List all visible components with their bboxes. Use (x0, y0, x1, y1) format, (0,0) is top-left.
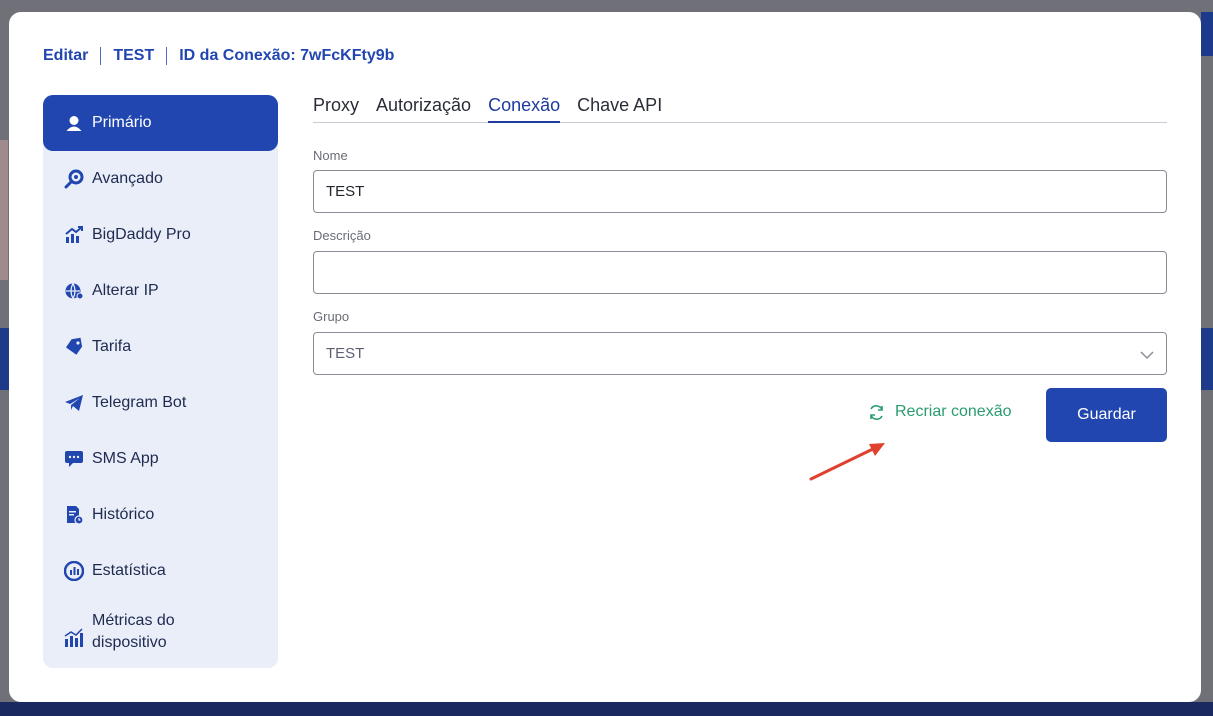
group-select-value: TEST (326, 345, 365, 362)
sidebar-item-label: Avançado (92, 170, 163, 187)
sidebar-item-alterar-ip[interactable]: Alterar IP (43, 263, 278, 319)
bar-metrics-icon (64, 628, 84, 648)
sidebar-item-metricas-dispositivo[interactable]: Métricas do dispositivo (43, 607, 278, 657)
sidebar: Primário Avançado BigDaddy Pro Alterar I… (43, 95, 278, 668)
background-top (0, 0, 1213, 12)
recreate-connection-button[interactable]: Recriar conexão (868, 403, 1012, 421)
connection-name: TEST (113, 47, 155, 64)
tab-proxy[interactable]: Proxy (313, 95, 359, 123)
annotation-arrow-icon (809, 443, 885, 481)
header-divider (166, 47, 168, 65)
save-button[interactable]: Guardar (1046, 388, 1167, 442)
document-history-icon (64, 505, 84, 525)
group-label: Grupo (313, 309, 350, 324)
sidebar-item-label: SMS App (92, 450, 159, 467)
sidebar-item-tarifa[interactable]: Tarifa (43, 319, 278, 375)
globe-icon (64, 281, 84, 301)
group-select[interactable]: TEST (313, 332, 1167, 375)
description-field[interactable] (313, 251, 1167, 294)
sidebar-item-label: BigDaddy Pro (92, 226, 191, 243)
connection-id: ID da Conexão: 7wFcKFty9b (179, 47, 395, 64)
tab-bar: Proxy Autorização Conexão Chave API (313, 95, 1167, 123)
sidebar-item-label: Primário (92, 114, 152, 131)
sidebar-item-sms-app[interactable]: SMS App (43, 431, 278, 487)
recreate-connection-label: Recriar conexão (895, 403, 1012, 420)
user-circle-icon (64, 113, 84, 133)
sidebar-item-label: Métricas do dispositivo (92, 610, 175, 654)
sidebar-item-avancado[interactable]: Avançado (43, 151, 278, 207)
chevron-down-icon (1140, 347, 1154, 364)
sidebar-item-label: Tarifa (92, 338, 132, 355)
sidebar-item-telegram-bot[interactable]: Telegram Bot (43, 375, 278, 431)
sidebar-item-primario[interactable]: Primário (43, 95, 278, 151)
tag-icon (64, 337, 84, 357)
magnifier-gear-icon (64, 169, 84, 189)
background-bottom (0, 702, 1213, 716)
sidebar-item-label: Histórico (92, 506, 155, 523)
sidebar-item-label: Estatística (92, 562, 166, 579)
sidebar-item-bigdaddy-pro[interactable]: BigDaddy Pro (43, 207, 278, 263)
tab-chave-api[interactable]: Chave API (577, 95, 662, 123)
sidebar-item-label-line2: dispositivo (92, 634, 167, 651)
modal-header: Editar TEST ID da Conexão: 7wFcKFty9b (43, 47, 394, 65)
sidebar-item-estatistica[interactable]: Estatística (43, 543, 278, 599)
name-label: Nome (313, 148, 348, 163)
tab-conexao[interactable]: Conexão (488, 95, 561, 123)
header-divider (100, 47, 102, 65)
refresh-icon (868, 404, 885, 421)
chat-bubble-icon (64, 449, 84, 469)
name-field-value: TEST (326, 183, 365, 200)
background-left-panel (0, 140, 8, 280)
paper-plane-icon (64, 393, 84, 413)
sidebar-item-historico[interactable]: Histórico (43, 487, 278, 543)
edit-label: Editar (43, 47, 89, 64)
sidebar-item-label: Alterar IP (92, 282, 159, 299)
chart-growth-icon (64, 225, 84, 245)
name-field[interactable]: TEST (313, 170, 1167, 213)
sidebar-item-label: Telegram Bot (92, 394, 187, 411)
tab-autorizacao[interactable]: Autorização (376, 95, 471, 123)
stats-circle-icon (64, 561, 84, 581)
background-right-edge (1201, 12, 1213, 56)
description-label: Descrição (313, 228, 371, 243)
sidebar-item-label-line1: Métricas do (92, 612, 175, 629)
edit-connection-modal: Editar TEST ID da Conexão: 7wFcKFty9b Pr… (9, 12, 1201, 702)
